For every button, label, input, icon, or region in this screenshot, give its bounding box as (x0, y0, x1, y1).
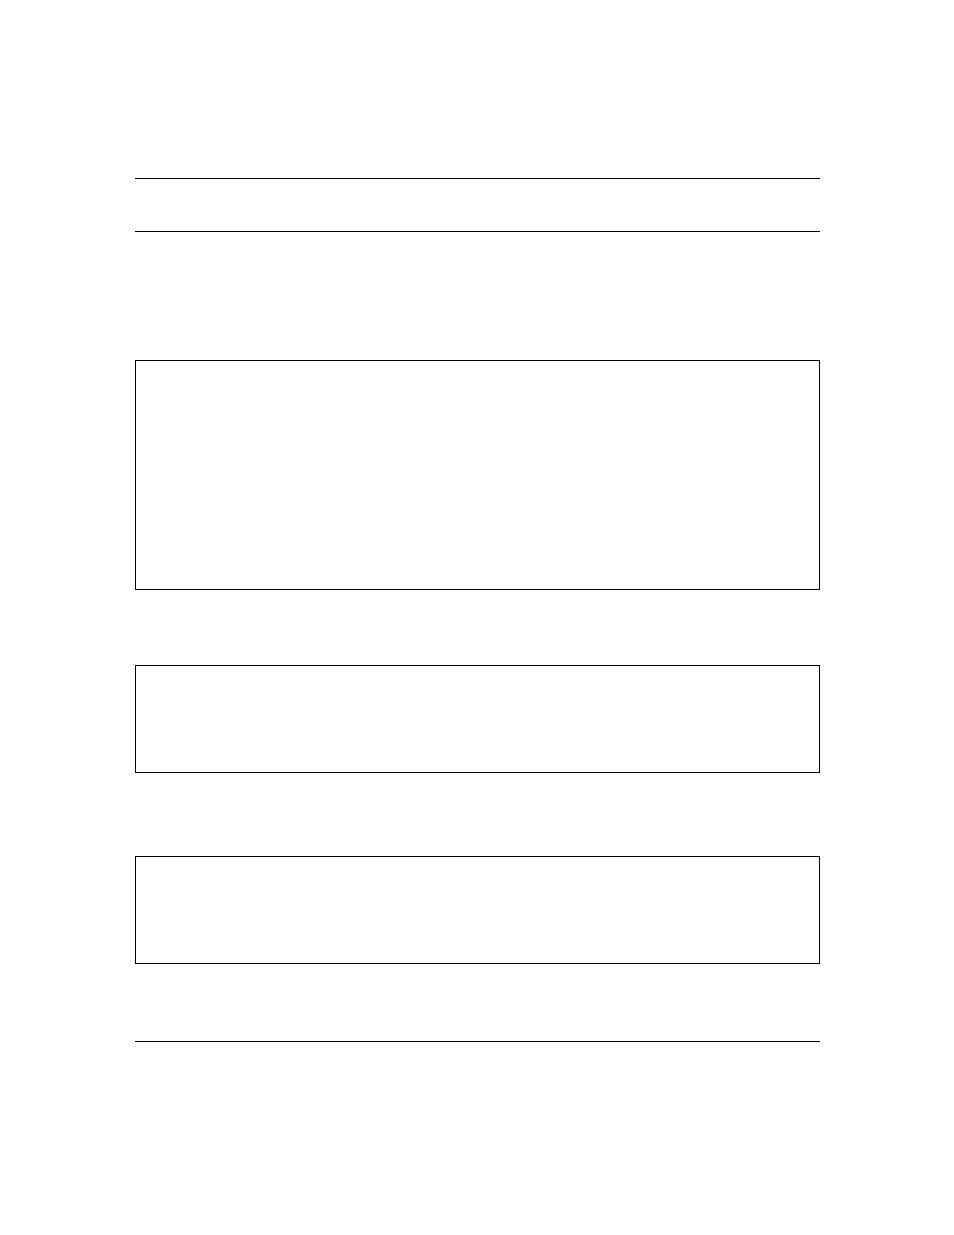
horizontal-rule-top-1 (135, 178, 820, 179)
horizontal-rule-top-2 (135, 231, 820, 232)
content-box-2 (135, 665, 820, 773)
content-box-1 (135, 360, 820, 590)
content-box-3 (135, 856, 820, 964)
horizontal-rule-bottom (135, 1041, 820, 1042)
